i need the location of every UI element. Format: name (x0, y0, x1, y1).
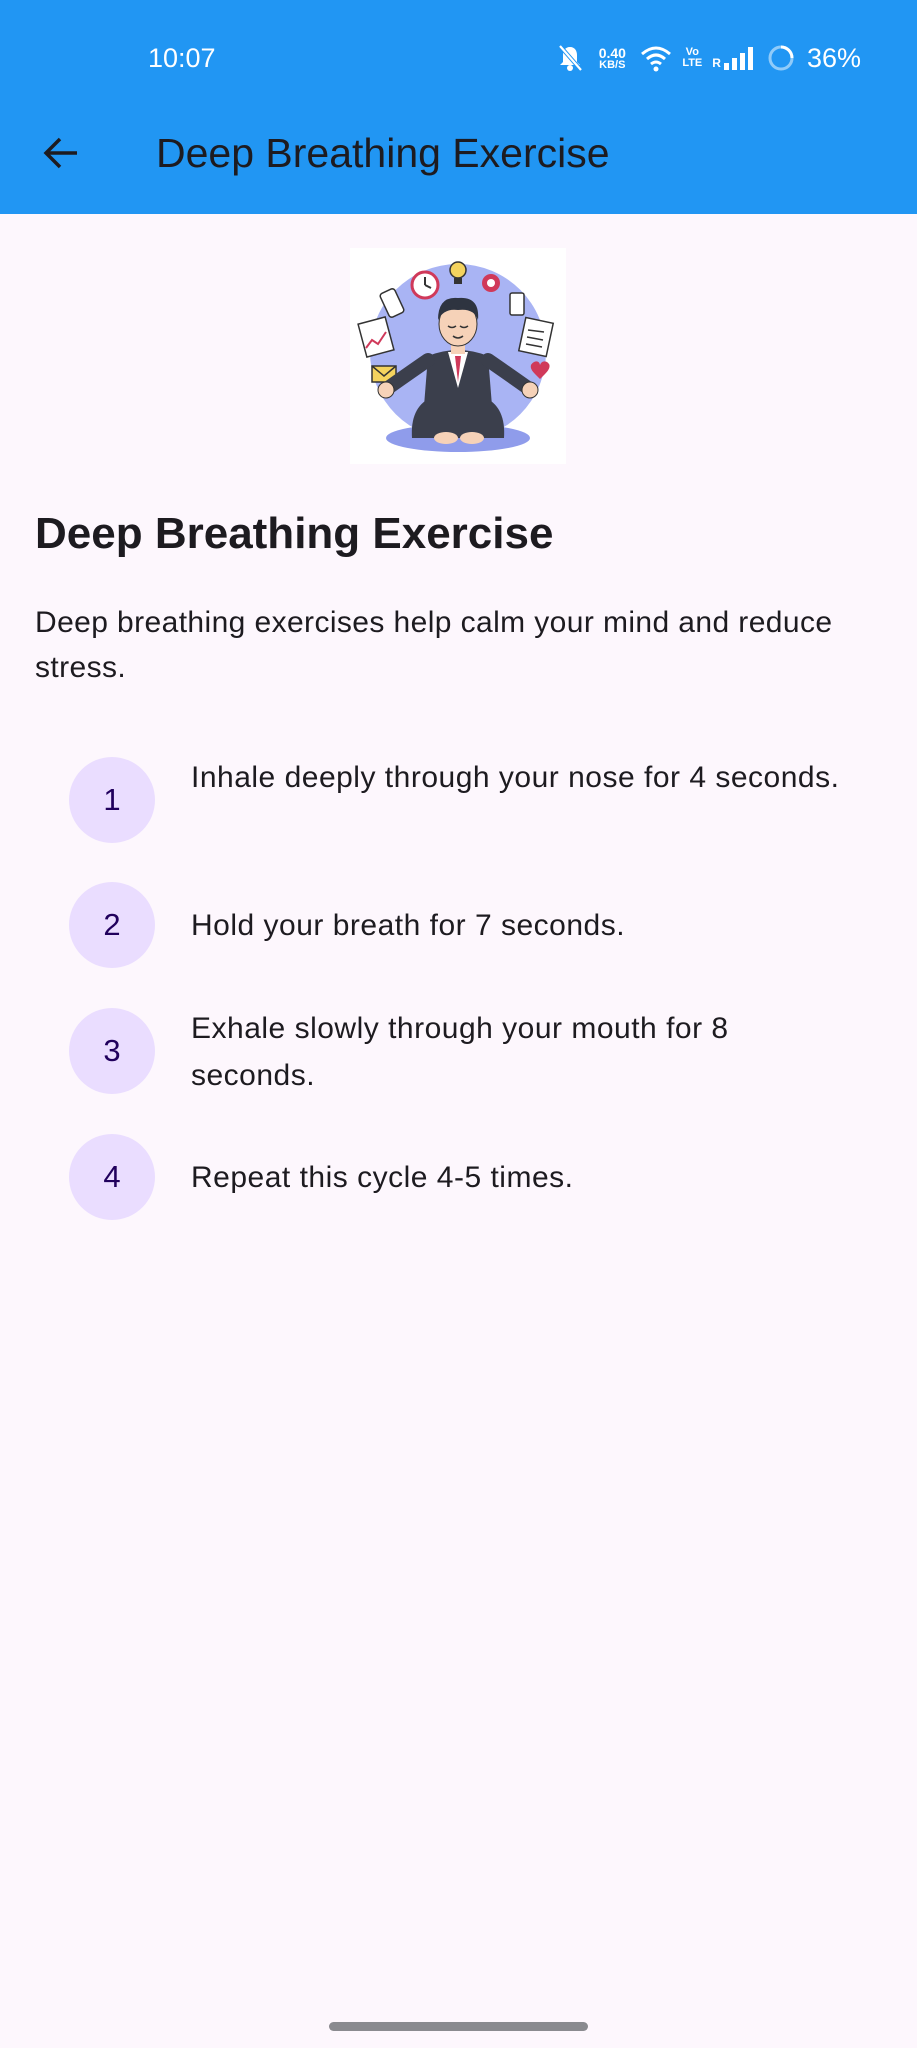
home-indicator[interactable] (329, 2022, 588, 2031)
exercise-title: Deep Breathing Exercise (35, 509, 554, 558)
status-icons: 0.40 KB/S Vo LTE R 36% (556, 40, 861, 76)
step-number-badge: 2 (69, 882, 155, 968)
exercise-image (350, 248, 566, 464)
status-time: 10:07 (148, 43, 216, 73)
step-number-badge: 3 (69, 1008, 155, 1094)
net-speed: 0.40 KB/S (594, 46, 630, 71)
volte-indicator: Vo LTE (682, 47, 702, 69)
roaming-label: R (712, 56, 721, 70)
step-number-badge: 4 (69, 1134, 155, 1220)
battery-icon (768, 45, 794, 71)
net-speed-value: 0.40 (598, 44, 626, 61)
signal-icon (723, 47, 753, 70)
step-text: Repeat this cycle 4-5 times. (191, 1161, 574, 1194)
exercise-description: Deep breathing exercises help calm your … (35, 606, 833, 684)
back-button[interactable] (30, 122, 92, 184)
wifi-icon (641, 46, 672, 72)
app-bar: 10:07 0.40 KB/S Vo LTE R 36% Deep Breath… (0, 0, 917, 214)
net-speed-unit: KB/S (599, 58, 626, 71)
step-number-badge: 1 (69, 757, 155, 843)
battery-percent: 36% (806, 43, 861, 73)
status-bar: 10:07 0.40 KB/S Vo LTE R 36% (0, 0, 917, 118)
arrow-left-icon (43, 137, 77, 169)
mute-icon (558, 44, 583, 72)
step-text: Exhale slowly through your mouth for 8 s… (191, 1012, 729, 1092)
step-text: Inhale deeply through your nose for 4 se… (191, 761, 840, 794)
app-bar-title: Deep Breathing Exercise (156, 130, 610, 176)
step-text: Hold your breath for 7 seconds. (191, 909, 626, 942)
volte-bottom: LTE (682, 57, 703, 69)
